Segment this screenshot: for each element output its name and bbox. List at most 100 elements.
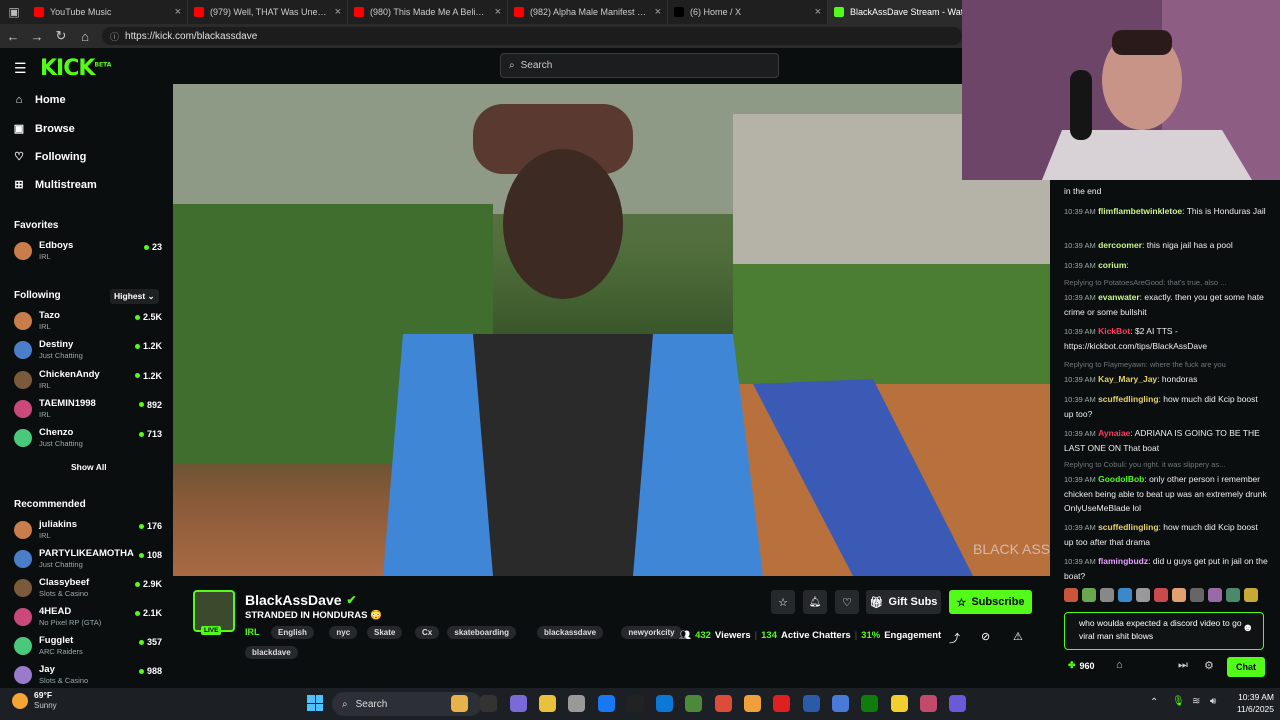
- emote-icon[interactable]: [1172, 588, 1186, 602]
- wifi-icon[interactable]: ≋: [1192, 696, 1200, 707]
- taskbar-app-icon[interactable]: [919, 695, 937, 712]
- emote-icon[interactable]: [1208, 588, 1222, 602]
- favorite-star-icon[interactable]: ☆: [771, 590, 795, 614]
- clock[interactable]: 10:39 AM 11/6/2025: [1234, 692, 1274, 714]
- browser-tab[interactable]: (979) Well, THAT Was Unexpected ×: [188, 0, 348, 24]
- taskbar-app-icon[interactable]: [831, 695, 849, 712]
- tab-close-icon[interactable]: ×: [815, 6, 821, 18]
- browser-tab[interactable]: (980) This Made Me A Believer in ×: [348, 0, 508, 24]
- chat-send-button[interactable]: Chat: [1227, 657, 1265, 677]
- taskbar-app-icon[interactable]: [949, 695, 967, 712]
- stream-tag[interactable]: blackdave: [245, 646, 298, 659]
- channel-item[interactable]: Tazo IRL 2.5K: [14, 310, 162, 336]
- channel-item[interactable]: Edboys IRL 23: [14, 240, 162, 266]
- chat-username[interactable]: flimflambetwinkletoe: [1098, 206, 1182, 216]
- chat-username[interactable]: Aynaiae: [1098, 428, 1130, 438]
- emote-icon[interactable]: [1136, 588, 1150, 602]
- taskbar-app-icon[interactable]: [597, 695, 615, 712]
- category-link[interactable]: IRL: [245, 627, 260, 637]
- taskbar-app-icon[interactable]: [480, 695, 498, 712]
- follow-heart-icon[interactable]: ♡: [835, 590, 859, 614]
- chat-username[interactable]: dercoomer: [1098, 240, 1142, 250]
- stream-tag[interactable]: Skate: [367, 626, 403, 639]
- tab-actions-icon[interactable]: ▣: [0, 0, 28, 24]
- subscribe-button[interactable]: ☆ Subscribe: [949, 590, 1032, 614]
- show-all-button[interactable]: Show All: [71, 462, 107, 472]
- stream-tag[interactable]: English: [271, 626, 314, 639]
- taskbar-app-icon[interactable]: [626, 695, 644, 712]
- stream-tag[interactable]: nyc: [329, 626, 358, 639]
- channel-item[interactable]: ChickenAndy IRL 1.2K: [14, 369, 162, 395]
- stream-tag[interactable]: newyorkcity: [621, 626, 682, 639]
- taskbar-app-icon[interactable]: [685, 695, 703, 712]
- site-info-icon[interactable]: ⓘ: [110, 30, 119, 43]
- taskbar-app-icon[interactable]: [451, 695, 468, 712]
- chat-username[interactable]: Kay_Mary_Jay: [1098, 374, 1157, 384]
- taskbar-app-icon[interactable]: [509, 695, 527, 712]
- browser-tab[interactable]: (6) Home / X ×: [668, 0, 828, 24]
- channel-points[interactable]: ✤ 960: [1068, 660, 1095, 671]
- tab-close-icon[interactable]: ×: [655, 6, 661, 18]
- chat-username[interactable]: flamingbudz: [1098, 556, 1148, 566]
- browser-tab[interactable]: YouTube Music ×: [28, 0, 188, 24]
- forward-icon[interactable]: →: [30, 29, 44, 44]
- taskbar-app-icon[interactable]: [714, 695, 732, 712]
- channel-item[interactable]: Fugglet ARC Raiders 357: [14, 635, 162, 661]
- gift-subs-button[interactable]: 🎁︎ Gift Subs: [866, 590, 941, 614]
- settings-gear-icon[interactable]: ⚙: [1204, 659, 1214, 672]
- stream-tag[interactable]: skateboarding: [447, 626, 517, 639]
- browser-tab[interactable]: (982) Alpha Male Manifest Guru ×: [508, 0, 668, 24]
- channel-item[interactable]: PARTYLIKEAMOTHA Just Chatting 108: [14, 548, 162, 574]
- tab-close-icon[interactable]: ×: [495, 6, 501, 18]
- hide-icon[interactable]: ⊘: [981, 630, 990, 643]
- skip-icon[interactable]: ⏭: [1178, 659, 1188, 672]
- video-player[interactable]: BLACK ASS DAVE: [173, 84, 1050, 576]
- reload-icon[interactable]: ↻: [54, 28, 68, 44]
- nav-multistream[interactable]: ⊞ Multistream: [13, 178, 96, 192]
- notification-bell-icon[interactable]: 🔔︎: [803, 590, 827, 614]
- sort-dropdown[interactable]: Highest ⌄: [110, 289, 159, 304]
- emote-icon[interactable]: [1154, 588, 1168, 602]
- tray-chevron-icon[interactable]: ⌃: [1150, 697, 1158, 708]
- address-bar[interactable]: ⓘ https://kick.com/blackassdave: [102, 27, 962, 45]
- stream-tag[interactable]: Cx: [415, 626, 440, 639]
- store-icon[interactable]: ⌂: [1116, 659, 1123, 671]
- taskbar-app-icon[interactable]: [656, 695, 674, 712]
- channel-item[interactable]: Destiny Just Chatting 1.2K: [14, 339, 162, 365]
- emoji-icon[interactable]: ☻: [1242, 622, 1254, 634]
- emote-icon[interactable]: [1118, 588, 1132, 602]
- taskbar-app-icon[interactable]: [890, 695, 908, 712]
- chat-username[interactable]: scuffedlingling: [1098, 394, 1158, 404]
- back-icon[interactable]: ←: [6, 29, 20, 44]
- taskbar-app-icon[interactable]: [802, 695, 820, 712]
- menu-icon[interactable]: ☰: [14, 60, 27, 77]
- tab-close-icon[interactable]: ×: [175, 6, 181, 18]
- chat-username[interactable]: evanwater: [1098, 292, 1140, 302]
- emote-icon[interactable]: [1082, 588, 1096, 602]
- emote-icon[interactable]: [1064, 588, 1078, 602]
- channel-item[interactable]: TAEMIN1998 IRL 892: [14, 398, 162, 424]
- taskbar-app-icon[interactable]: [773, 695, 791, 712]
- taskbar-app-icon[interactable]: [538, 695, 556, 712]
- search-input[interactable]: ⌕ Search: [500, 53, 779, 78]
- chat-username[interactable]: GoodolBob: [1098, 474, 1144, 484]
- report-warning-icon[interactable]: ⚠: [1013, 630, 1023, 643]
- kick-logo[interactable]: KICKBETA: [40, 56, 111, 81]
- emote-icon[interactable]: [1244, 588, 1258, 602]
- nav-home[interactable]: ⌂ Home: [13, 94, 66, 106]
- share-icon[interactable]: ⤴: [949, 630, 960, 646]
- taskbar-app-icon[interactable]: [568, 695, 586, 712]
- home-browser-icon[interactable]: ⌂: [78, 29, 92, 44]
- volume-icon[interactable]: 🔊︎: [1210, 696, 1216, 707]
- nav-following[interactable]: ♡ Following: [13, 150, 86, 164]
- taskbar-app-icon[interactable]: [744, 695, 761, 712]
- chat-username[interactable]: corium: [1098, 260, 1126, 270]
- channel-item[interactable]: Chenzo Just Chatting 713: [14, 427, 162, 453]
- chat-username[interactable]: scuffedlingling: [1098, 522, 1158, 532]
- chat-username[interactable]: KickBot: [1098, 326, 1130, 336]
- channel-item[interactable]: juliakins IRL 176: [14, 519, 162, 545]
- taskbar-app-icon[interactable]: [861, 695, 879, 712]
- emote-icon[interactable]: [1226, 588, 1240, 602]
- chat-input[interactable]: who woulda expected a discord video to g…: [1064, 612, 1264, 650]
- channel-item[interactable]: Jay Slots & Casino 988: [14, 664, 162, 690]
